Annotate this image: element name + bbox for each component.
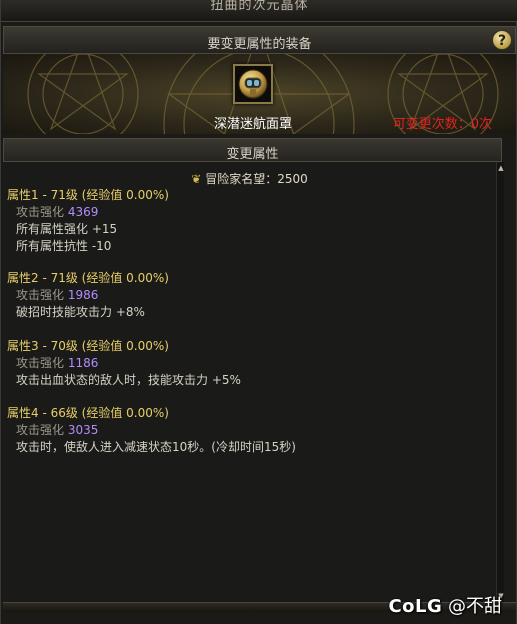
stat-label: 攻击强化 [16,423,65,437]
attribute-list-scrollbar[interactable]: ▲ ▼ [496,162,504,602]
stat-label: 攻击强化 [16,288,65,302]
title-bar[interactable]: 扭曲的次元晶体 [1,0,517,22]
fame-text: 冒险家名望：2500 [205,172,308,186]
equipment-slot[interactable] [233,64,273,104]
attribute-change-window: 扭曲的次元晶体 要变更属性的装备 ? 深潜迷航面罩 可变更次数：0次 变更属性 … [0,0,517,624]
equipment-display-area: 深潜迷航面罩 可变更次数：0次 [3,54,516,134]
attribute-block-1: 属性1 - 71级 (经验值 0.00%) 攻击强化 4369 所有属性强化 +… [7,186,169,254]
attribute-effect: 破招时技能攻击力 +8% [16,305,145,319]
attribute-title: 属性3 - 70级 (经验值 0.00%) [7,339,169,353]
equipment-header-label: 要变更属性的装备 [207,37,312,52]
attribute-title: 属性4 - 66级 (经验值 0.00%) [7,406,169,420]
stat-value: 3035 [67,423,99,437]
attribute-effect: 所有属性强化 +15 [16,222,118,236]
diving-mask-icon [238,69,268,99]
attribute-stat-line: 攻击强化 1986 [7,286,169,303]
stat-value: 4369 [67,205,99,219]
change-attributes-header: 变更属性 [3,138,502,162]
attribute-title: 属性2 - 71级 (经验值 0.00%) [7,271,169,285]
stat-value: 1186 [67,356,99,370]
attribute-block-3: 属性3 - 70级 (经验值 0.00%) 攻击强化 1186 攻击出血状态的敌… [7,337,241,388]
change-count: 可变更次数：0次 [392,117,492,132]
window-title: 扭曲的次元晶体 [210,0,309,13]
attribute-effect: 攻击出血状态的敌人时，技能攻击力 +5% [16,373,241,387]
change-attributes-label: 变更属性 [226,147,279,162]
watermark: CoLG @不甜 [388,592,502,618]
attribute-stat-line: 攻击强化 3035 [7,421,296,438]
attribute-stat-line: 攻击强化 1186 [7,354,241,371]
attribute-effect: 攻击时，使敌人进入减速状态10秒。(冷却时间15秒) [16,440,296,454]
watermark-handle: @不甜 [448,596,502,617]
stat-label: 攻击强化 [16,356,65,370]
attribute-list: ❦ 冒险家名望：2500 属性1 - 71级 (经验值 0.00%) 攻击强化 4… [3,162,496,602]
attribute-title: 属性1 - 71级 (经验值 0.00%) [7,188,169,202]
attribute-block-4: 属性4 - 66级 (经验值 0.00%) 攻击强化 3035 攻击时，使敌人进… [7,404,296,455]
fame-crest-icon: ❦ [191,172,202,186]
fame-row: ❦ 冒险家名望：2500 [3,170,496,187]
stat-value: 1986 [67,288,99,302]
attribute-stat-line: 攻击强化 4369 [7,203,169,220]
equipment-header: 要变更属性的装备 ? [3,26,516,54]
scroll-up-arrow-icon[interactable]: ▲ [497,164,505,172]
watermark-brand: CoLG [388,596,443,617]
attribute-effect: 所有属性抗性 -10 [16,239,112,253]
attribute-block-2: 属性2 - 71级 (经验值 0.00%) 攻击强化 1986 破招时技能攻击力… [7,269,169,320]
stat-label: 攻击强化 [16,205,65,219]
help-button[interactable]: ? [492,30,512,50]
